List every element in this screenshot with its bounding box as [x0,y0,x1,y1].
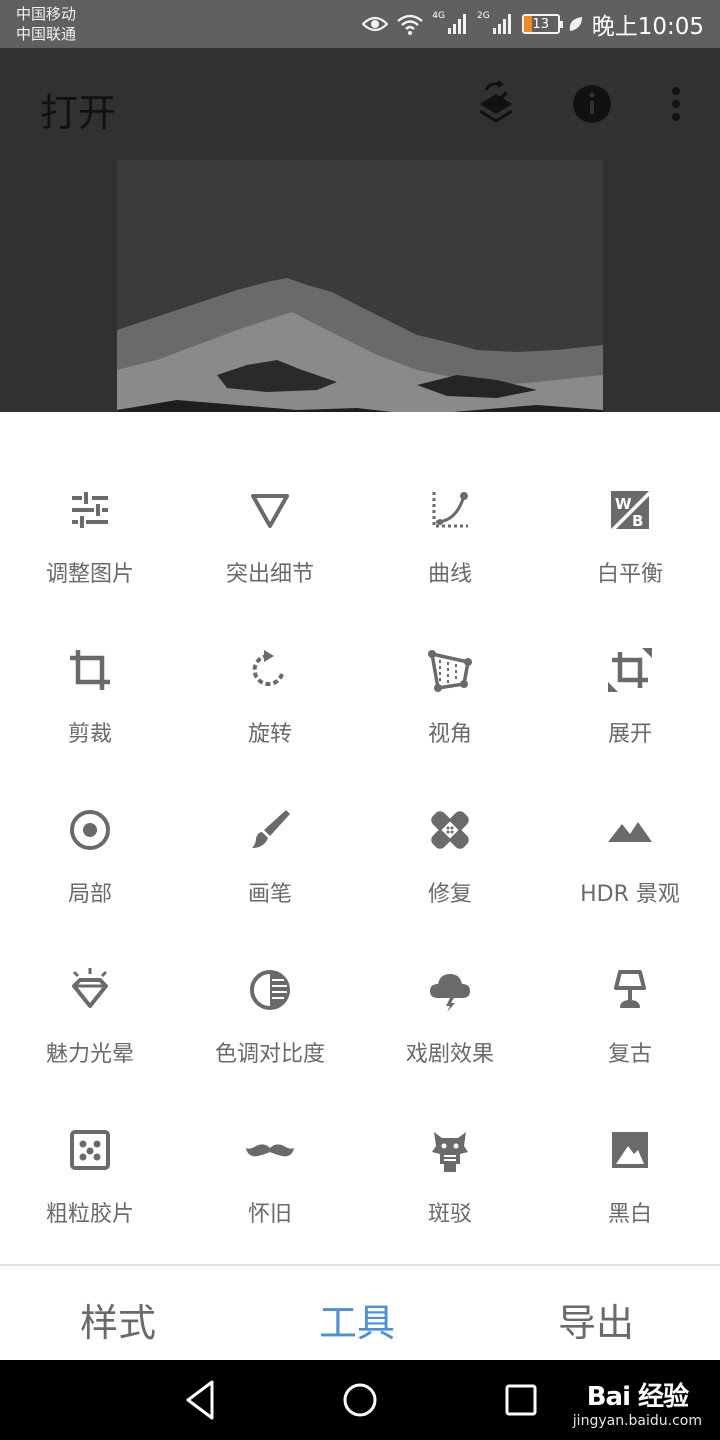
tool-hdr[interactable]: HDR 景观 [540,732,720,907]
details-triangle-icon [251,494,289,528]
tab-tools[interactable]: 工具 [319,1292,395,1347]
grunge-icon [432,1132,468,1172]
curves-icon [432,492,468,528]
glamour-glow-icon [72,968,108,1008]
black-white-icon [612,1132,648,1168]
tool-white-balance[interactable]: W B 白平衡 [540,412,720,587]
white-balance-icon: W B [611,491,649,530]
tool-drama[interactable]: 戏剧效果 [360,892,540,1067]
tool-vintage[interactable]: 复古 [540,892,720,1067]
layers-swap-icon[interactable] [476,78,516,124]
tool-crop[interactable]: 剪裁 [0,572,180,747]
tonal-contrast-icon [250,970,290,1010]
tab-export[interactable]: 导出 [558,1292,634,1347]
baidu-watermark: Bai 经验 jingyan.baidu.com [573,1376,702,1429]
mountain-photo [117,160,603,412]
baidu-url: jingyan.baidu.com [572,1413,702,1429]
grainy-film-icon [70,1130,110,1170]
battery-icon: 13 [521,14,563,34]
svg-text:B: B [632,512,643,530]
tool-label: 怀旧 [247,1202,292,1227]
tool-tune-image[interactable]: 调整图片 [0,412,180,587]
info-icon[interactable] [572,84,612,124]
tool-grunge[interactable]: 斑驳 [360,1052,540,1227]
tool-label: 黑白 [607,1202,652,1227]
tool-rotate[interactable]: 旋转 [180,572,360,747]
more-vert-icon[interactable] [668,86,684,122]
healing-icon [431,811,469,849]
carrier-info: 中国移动 中国联通 [16,4,76,44]
system-nav-bar: Bai 经验 jingyan.baidu.com [0,1360,720,1440]
tool-retrolux[interactable]: 怀旧 [180,1052,360,1227]
recents-icon[interactable] [502,1378,538,1422]
net-type-1: 4G [432,11,445,21]
hdr-mountain-icon [608,822,652,842]
perspective-icon [428,650,472,692]
app-header-dimmed: 打开 [0,48,720,412]
bottom-tab-bar: 样式 工具 导出 [0,1264,720,1360]
rotate-icon [252,650,284,686]
tool-perspective[interactable]: 视角 [360,572,540,747]
tools-sheet: 调整图片 突出细节 曲线 W B 白平衡 剪裁 旋转 视角 展开 局部 画笔 修… [0,412,720,1264]
tool-curves[interactable]: 曲线 [360,412,540,587]
expand-icon [608,648,652,692]
tool-glamour-glow[interactable]: 魅力光晕 [0,892,180,1067]
tool-black-white[interactable]: 黑白 [540,1052,720,1227]
signal-icon-1 [448,14,466,34]
tool-details[interactable]: 突出细节 [180,412,360,587]
tool-label: 斑驳 [427,1202,472,1227]
signal-icon-2 [492,14,511,34]
tool-healing[interactable]: 修复 [360,732,540,907]
tool-tonal-contrast[interactable]: 色调对比度 [180,892,360,1067]
wifi-icon [397,14,424,35]
net-type-2: 2G [477,11,490,21]
clock: 晚上10:05 [591,14,704,40]
selective-icon [70,810,110,850]
leaf-icon [569,17,582,31]
carrier-2: 中国联通 [16,25,77,43]
tab-styles[interactable]: 样式 [80,1292,156,1347]
status-icons: 4G 2G 13 晚上10:05 [362,8,704,40]
tune-sliders-icon [72,492,108,528]
photo-preview [117,160,603,412]
tool-expand[interactable]: 展开 [540,572,720,747]
vintage-lamp-icon [614,970,646,1008]
svg-text:W: W [615,495,632,513]
baidu-logo: Bai 经验 [586,1382,689,1412]
carrier-1: 中国移动 [16,5,77,23]
battery-level: 13 [532,16,549,32]
tool-grainy-film[interactable]: 粗粒胶片 [0,1052,180,1227]
back-icon[interactable] [182,1378,218,1422]
drama-cloud-icon [430,974,470,1012]
crop-icon [70,650,110,690]
home-icon[interactable] [342,1378,378,1422]
retrolux-mustache-icon [246,1144,294,1157]
brush-icon [252,810,290,848]
tool-selective[interactable]: 局部 [0,732,180,907]
tool-brush[interactable]: 画笔 [180,732,360,907]
eye-comfort-icon [362,16,389,32]
tool-label: 粗粒胶片 [45,1202,134,1227]
status-bar: 中国移动 中国联通 4G 2G 13 晚上10:05 [0,0,720,48]
open-button[interactable]: 打开 [40,82,116,137]
